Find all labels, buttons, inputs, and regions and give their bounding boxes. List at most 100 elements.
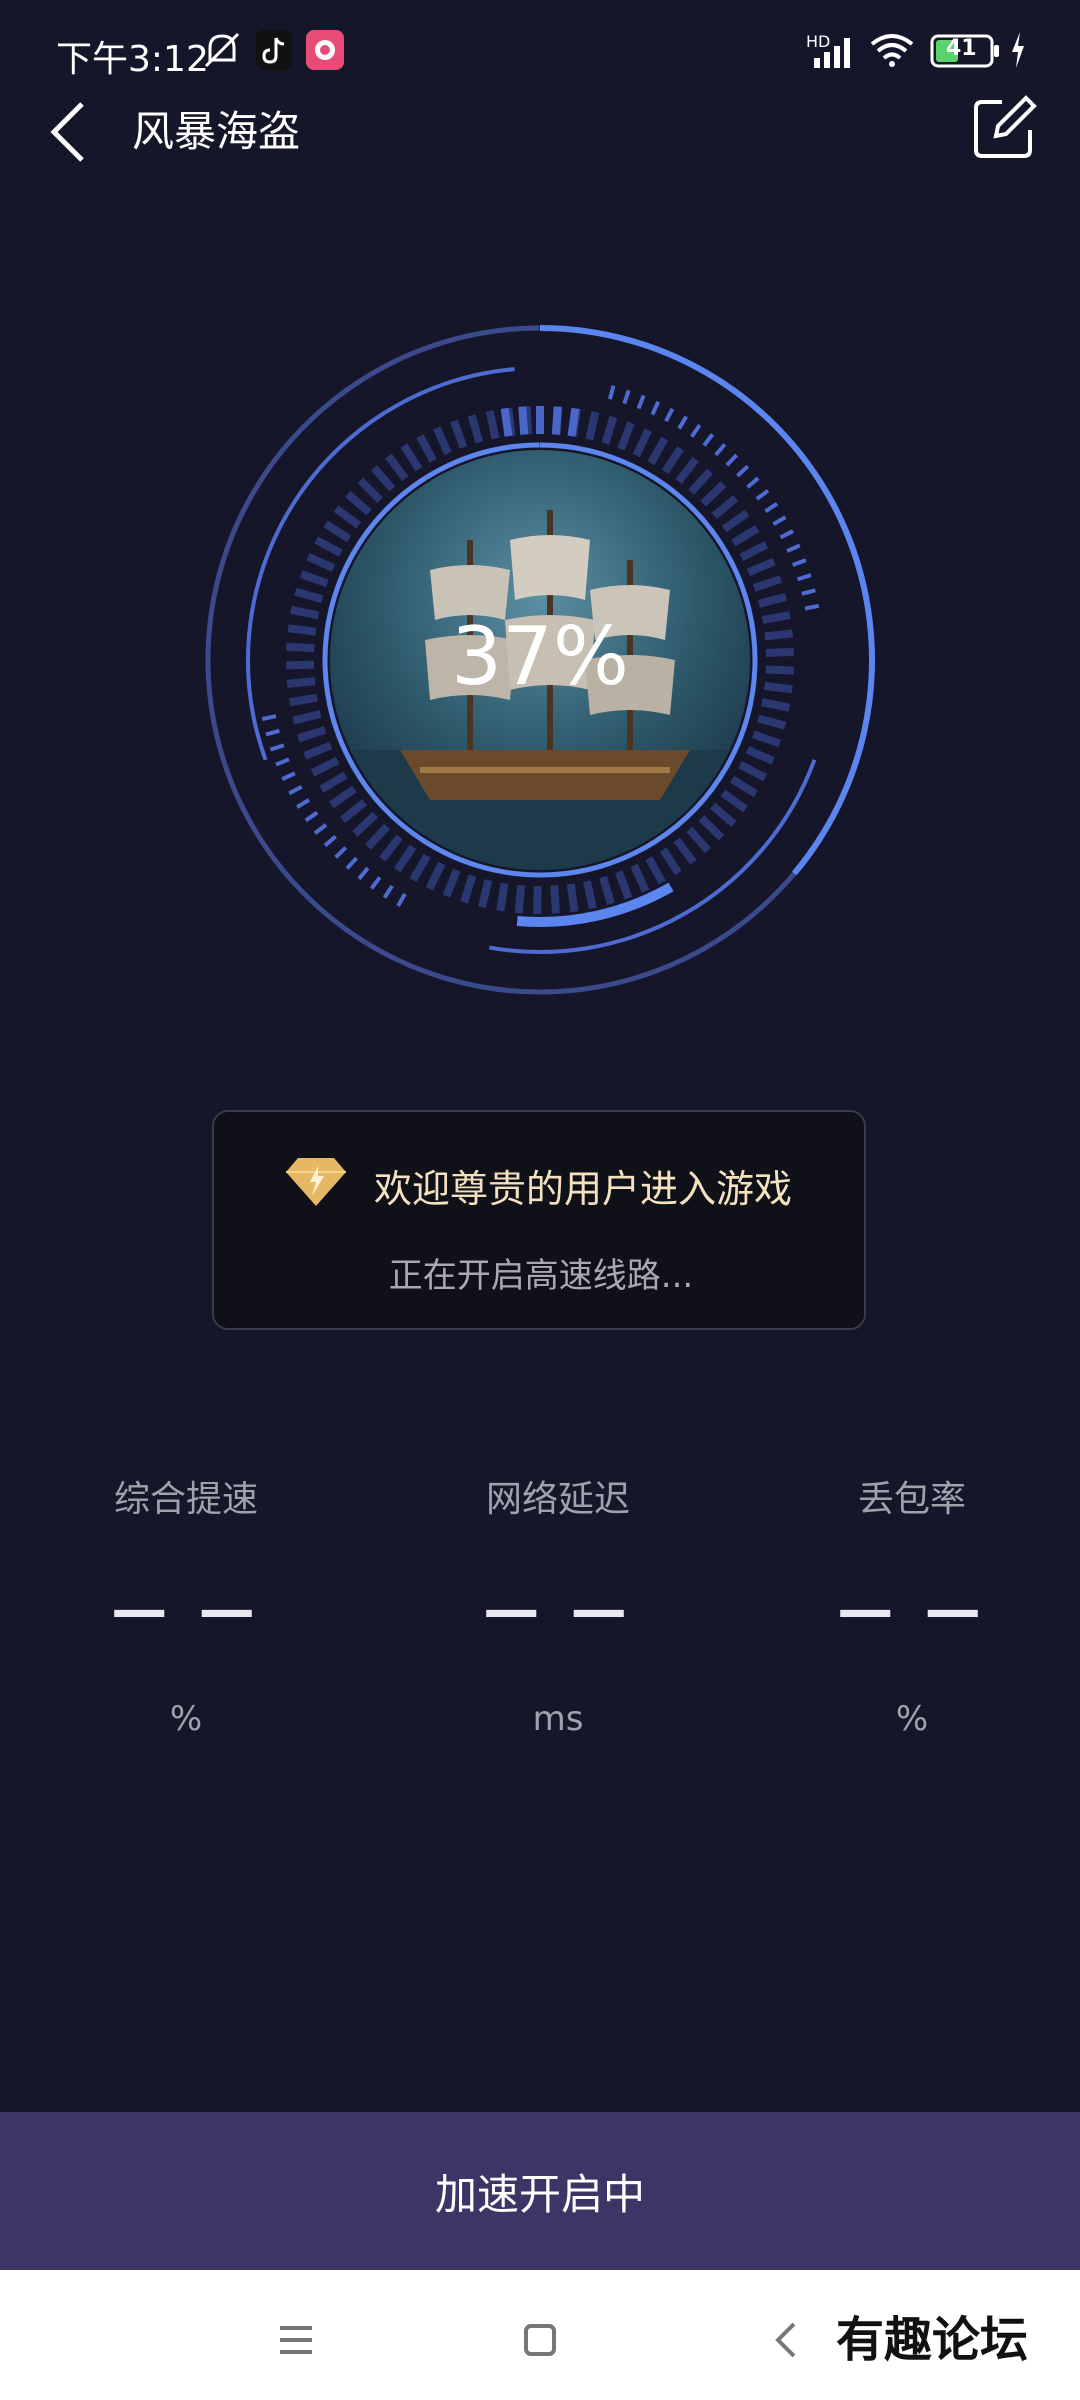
middle-ring-tick [714,443,727,457]
inner-ring-tick [599,875,615,906]
inner-ring-tick [739,541,769,561]
inner-ring-tick [583,880,597,910]
inner-ring-tick-active [500,407,513,437]
middle-ring-tick [275,757,290,767]
welcome-subtitle: 正在开启高速线路... [388,1256,694,1296]
inner-ring-tick [306,553,336,572]
edit-icon[interactable] [968,92,1040,164]
welcome-card: 欢迎尊贵的用户进入游戏 正在开启高速线路... [212,1110,866,1330]
middle-ring-tick [334,846,348,859]
middle-ring-tick [801,588,816,596]
diamond-icon [286,1158,346,1206]
inner-ring-tick [297,726,327,743]
stat-packet-loss: 丢包率 — — % [772,1460,1052,1739]
inner-ring-tick [673,837,697,865]
middle-ring-tick [288,784,303,796]
middle-ring-tick [607,385,616,400]
inner-ring-tick-active [551,406,562,435]
tiktok-icon [256,30,292,70]
inner-ring-tick [393,844,417,873]
inner-ring-tick [485,410,500,440]
inner-ring-tick [659,847,682,876]
inner-ring-tick [400,443,423,472]
inner-ring-tick-active [567,407,580,437]
inner-ring-tick [698,815,725,841]
middle-ring-tick [702,433,715,447]
inner-ring-tick [566,883,579,913]
middle-ring-tick [764,501,779,514]
inner-ring-tick [661,446,684,474]
middle-ring-tick [636,394,646,410]
inner-ring-tick [303,741,333,760]
inner-ring-tick [550,885,560,914]
inner-ring-tick [720,789,748,813]
stats-panel: 综合提速 — — % 网络延迟 — — ms 丢包率 — — % [0,1460,1080,1780]
chevron-left-icon[interactable] [40,92,100,172]
middle-ring-tick [664,407,675,423]
middle-ring-tick [369,876,382,890]
middle-ring-tick [281,771,296,781]
inner-ring-tick [729,775,758,798]
stat-unit: % [895,1699,929,1739]
accelerate-button[interactable]: 加速开启中 [0,2112,1080,2270]
inner-ring-tick [514,884,526,914]
stat-value: — — [837,1578,987,1643]
middle-ring-tick [772,515,787,526]
inner-ring-tick [442,868,461,898]
stat-speedup: 综合提速 — — % [46,1460,326,1739]
inner-ring-tick [731,524,760,547]
home-icon[interactable] [510,2310,570,2370]
inner-ring-tick [752,575,783,592]
inner-ring-tick [630,863,650,893]
battery-level: 41 [946,36,977,61]
middle-ring-tick [357,866,370,881]
inner-ring-tick [425,861,446,891]
watermark-text: 有趣论坛 [836,2312,1029,2368]
inner-ring-tick [294,587,324,604]
stat-label: 综合提速 [113,1479,258,1520]
inner-ring-tick [409,853,431,882]
inner-ring-tick [323,520,352,543]
inner-ring-tick [632,428,652,458]
middle-ring-tick [779,529,794,540]
inner-ring-tick [340,799,367,823]
middle-ring-tick [265,728,280,737]
middle-ring-tick [677,415,688,430]
inner-ring-tick [738,761,767,782]
charging-icon [1012,32,1024,68]
middle-ring-tick [786,543,801,553]
inner-ring-tick [450,419,468,449]
middle-ring-tick [792,558,807,567]
middle-ring-tick [736,464,750,478]
inner-ring-tick [585,411,600,441]
inner-ring-tick [647,436,669,466]
inner-ring-tick [352,811,378,837]
inner-ring-tick [467,414,484,444]
inner-ring-tick [688,468,713,495]
inner-ring-tick [745,746,775,765]
menu-icon[interactable] [266,2310,326,2370]
inner-ring-tick [478,879,493,909]
middle-ring-tick [650,400,661,416]
back-icon[interactable] [756,2310,816,2370]
progress-ring: 37% [200,320,880,1000]
inner-ring-tick [645,856,666,885]
middle-ring-tick [261,714,277,722]
inner-ring-tick [686,826,711,854]
inner-ring-tick-active [518,406,529,435]
inner-ring-tick [357,477,384,504]
inner-ring-tick [345,491,372,516]
middle-ring-tick [296,798,311,809]
inner-ring-tick [615,870,633,900]
middle-ring-tick [797,573,812,582]
inner-ring-tick [711,495,739,520]
middle-ring-tick [746,476,760,489]
stat-value: — — [483,1578,633,1643]
app-icon [306,30,344,70]
stat-label: 丢包率 [857,1479,966,1520]
middle-ring-tick [304,810,319,823]
welcome-title: 欢迎尊贵的用户进入游戏 [374,1167,793,1211]
inner-ring-tick [617,421,635,451]
inner-ring-tick [299,570,329,588]
middle-ring-tick [804,603,820,611]
